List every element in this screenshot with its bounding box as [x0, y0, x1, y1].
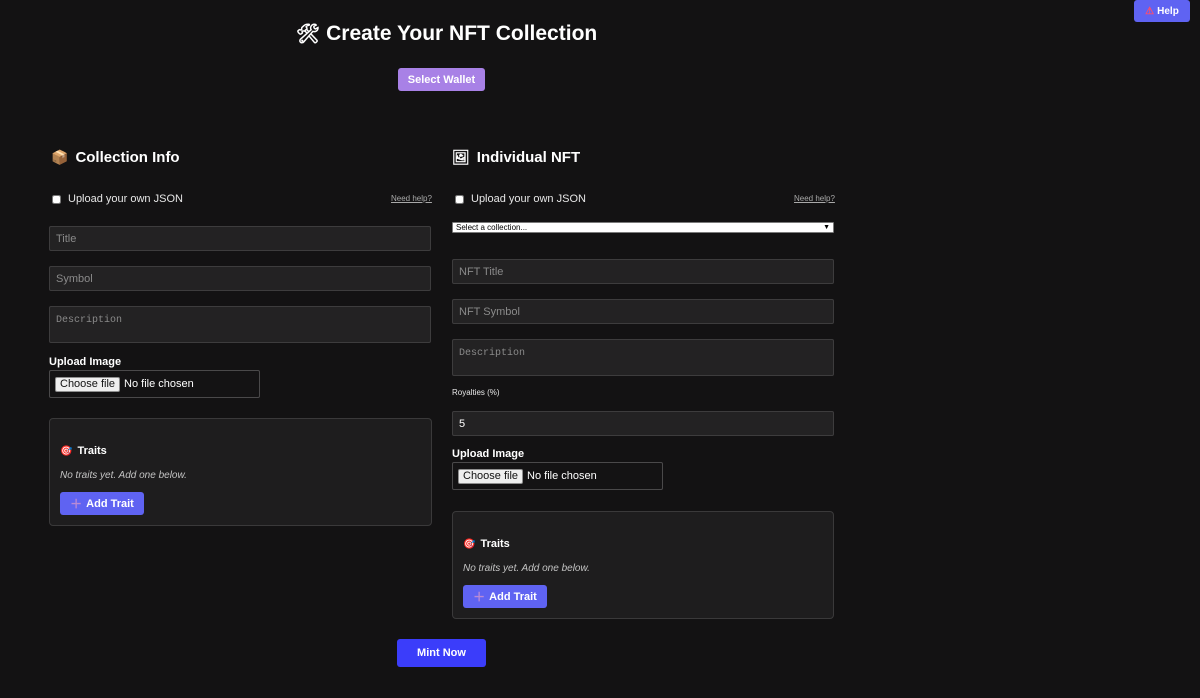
- collection-info-heading: 📦 Collection Info: [51, 149, 180, 166]
- collection-file-picker[interactable]: Choose file No file chosen: [49, 370, 260, 398]
- nft-choose-file-button[interactable]: Choose file: [458, 468, 524, 484]
- create-nft-page: ⚠ Help 🛠 Create Your NFT Collection Sele…: [0, 0, 1200, 698]
- royalties-input[interactable]: [452, 411, 834, 436]
- nft-add-trait-button[interactable]: ＋ Add Trait: [463, 585, 547, 608]
- individual-nft-title: Individual NFT: [476, 149, 581, 166]
- collection-title-input[interactable]: [49, 226, 431, 251]
- collection-info-title: Collection Info: [75, 149, 180, 166]
- collection-add-trait-button[interactable]: ＋ Add Trait: [60, 492, 144, 515]
- select-wallet-button[interactable]: Select Wallet: [398, 68, 485, 91]
- page-title-text: Create Your NFT Collection: [326, 22, 598, 45]
- collection-upload-json-label: Upload your own JSON: [68, 193, 183, 205]
- plus-icon: ＋: [70, 497, 83, 511]
- nft-upload-json-label: Upload your own JSON: [471, 193, 586, 205]
- collection-traits-heading: 🎯 Traits: [60, 445, 107, 457]
- nft-upload-image-label: Upload Image: [452, 448, 525, 460]
- collection-need-help-link[interactable]: Need help?: [391, 194, 432, 203]
- help-label: Help: [1157, 5, 1179, 17]
- individual-nft-heading: 🖼 Individual NFT: [452, 149, 580, 166]
- collection-file-status: No file chosen: [124, 378, 194, 390]
- collection-upload-json-row[interactable]: Upload your own JSON: [52, 193, 183, 205]
- nft-traits-panel: 🎯 Traits No traits yet. Add one below. ＋…: [452, 511, 834, 619]
- page-title: 🛠 Create Your NFT Collection: [296, 22, 597, 46]
- collection-upload-json-checkbox[interactable]: [52, 194, 61, 204]
- tools-icon: 🛠: [296, 24, 321, 45]
- nft-traits-title: Traits: [480, 538, 510, 550]
- target-icon: 🎯: [60, 445, 73, 457]
- collection-description-input[interactable]: [49, 306, 431, 343]
- help-button[interactable]: ⚠ Help: [1134, 0, 1190, 22]
- collection-select[interactable]: Select a collection... ▼: [452, 222, 834, 233]
- nft-need-help-link[interactable]: Need help?: [794, 194, 835, 203]
- collection-traits-empty: No traits yet. Add one below.: [60, 470, 187, 481]
- collection-upload-image-label: Upload Image: [49, 356, 122, 368]
- collection-select-value: Select a collection...: [456, 223, 528, 232]
- nft-symbol-input[interactable]: [452, 299, 834, 324]
- collection-add-trait-label: Add Trait: [86, 497, 134, 510]
- nft-title-input[interactable]: [452, 259, 834, 284]
- picture-icon: 🖼: [452, 149, 470, 165]
- royalties-label: Royalties (%): [452, 388, 500, 397]
- nft-traits-empty: No traits yet. Add one below.: [463, 563, 590, 574]
- nft-traits-heading: 🎯 Traits: [463, 538, 510, 550]
- nft-upload-json-checkbox[interactable]: [455, 194, 464, 204]
- warning-icon: ⚠: [1145, 5, 1155, 17]
- collection-symbol-input[interactable]: [49, 266, 431, 291]
- collection-choose-file-button[interactable]: Choose file: [55, 376, 121, 392]
- collection-traits-panel: 🎯 Traits No traits yet. Add one below. ＋…: [49, 418, 432, 526]
- collection-traits-title: Traits: [77, 445, 107, 457]
- nft-add-trait-label: Add Trait: [489, 590, 537, 603]
- nft-description-input[interactable]: [452, 339, 834, 376]
- nft-file-status: No file chosen: [527, 470, 597, 482]
- plus-icon: ＋: [473, 590, 486, 604]
- nft-file-picker[interactable]: Choose file No file chosen: [452, 462, 663, 490]
- target-icon: 🎯: [463, 538, 476, 550]
- mint-now-button[interactable]: Mint Now: [397, 639, 486, 667]
- chevron-down-icon: ▼: [823, 224, 830, 231]
- package-icon: 📦: [51, 149, 69, 165]
- nft-upload-json-row[interactable]: Upload your own JSON: [455, 193, 586, 205]
